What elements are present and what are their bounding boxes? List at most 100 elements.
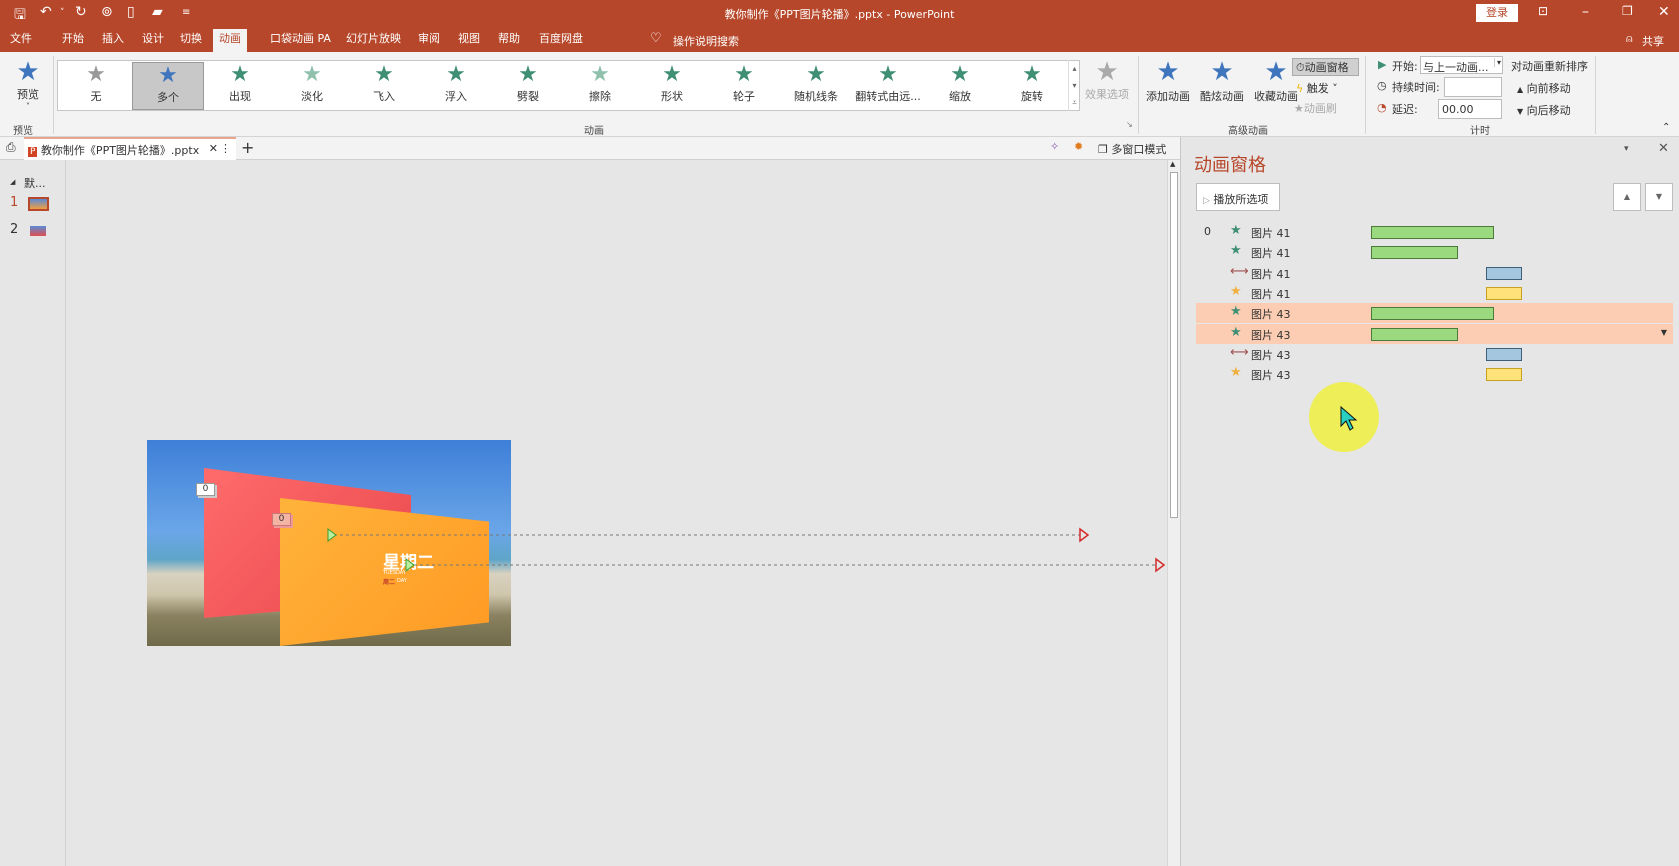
trigger-button[interactable]: ϟ 触发 ˅: [1296, 80, 1338, 96]
tab-2[interactable]: 插入: [96, 31, 130, 52]
delay-input[interactable]: 00.00: [1438, 99, 1502, 119]
tell-me-search[interactable]: 操作说明搜索: [673, 33, 739, 49]
minimize-icon[interactable]: –: [1582, 4, 1589, 20]
gallery-scrollbar[interactable]: ▴ ▾ ⩡: [1068, 60, 1080, 111]
animation-list-item[interactable]: ★ 图片 43: [1196, 303, 1673, 324]
play-selected-button[interactable]: ▷ 播放所选项: [1196, 183, 1280, 211]
animation-effect-9[interactable]: ★ 轮子: [708, 62, 780, 110]
animation-list-item[interactable]: ★ 图片 41: [1196, 242, 1673, 262]
magic-icon[interactable]: ✧: [1050, 140, 1059, 153]
ribbon-display-icon[interactable]: ⊡: [1538, 4, 1548, 18]
animation-effect-0[interactable]: ★ 无: [60, 62, 132, 110]
tab-10[interactable]: 帮助: [492, 31, 526, 52]
cool-animation-button[interactable]: ★ 酷炫动画: [1196, 56, 1248, 104]
pane-options-icon[interactable]: ▾: [1624, 144, 1629, 154]
effect-star-icon: ★: [86, 62, 106, 87]
preview-button[interactable]: ★ 预览 ˅: [8, 58, 48, 111]
effect-options-button[interactable]: ★ 效果选项: [1082, 58, 1132, 102]
close-icon[interactable]: ✕: [1658, 4, 1670, 20]
pane-close-icon[interactable]: ✕: [1658, 141, 1669, 156]
timeline-bar[interactable]: [1371, 307, 1494, 321]
tab-0[interactable]: 文件: [4, 31, 38, 52]
tab-list-icon[interactable]: ⎙: [6, 140, 16, 155]
tab-6[interactable]: 口袋动画 PA: [264, 31, 337, 52]
effect-star-icon: ★: [662, 62, 682, 87]
timeline-bar[interactable]: [1486, 368, 1522, 382]
slide-thumbnails: ◢ 默... 1 2: [0, 160, 66, 866]
section-label[interactable]: 默...: [24, 175, 46, 191]
move-later-button[interactable]: ▼ 向后移动: [1517, 102, 1571, 118]
animation-effect-7[interactable]: ★ 擦除: [564, 62, 636, 110]
share-icon[interactable]: ⍝: [1626, 32, 1633, 46]
path-start-icon[interactable]: [405, 558, 415, 572]
animation-effect-6[interactable]: ★ 劈裂: [492, 62, 564, 110]
slide-thumbnail-2[interactable]: [30, 226, 46, 236]
start-select[interactable]: 与上一动画... ▾: [1420, 56, 1503, 74]
animation-list-item[interactable]: ★ 图片 41: [1196, 283, 1673, 303]
slide-editing-canvas[interactable]: 星期二 TUESDAY 周二 DAY 0 0: [66, 160, 1180, 866]
tab-7[interactable]: 幻灯片放映: [340, 31, 407, 52]
section-collapse-icon[interactable]: ◢: [10, 178, 15, 186]
animation-target-name: 图片 41: [1251, 287, 1291, 301]
collapse-ribbon-icon[interactable]: ⌃: [1662, 122, 1670, 133]
timeline-bar[interactable]: [1371, 226, 1494, 239]
animation-effect-4[interactable]: ★ 飞入: [348, 62, 420, 110]
dialog-launcher-icon[interactable]: ↘: [1126, 120, 1133, 129]
duration-input[interactable]: [1444, 77, 1502, 97]
vertical-scrollbar[interactable]: ▲: [1167, 160, 1180, 866]
login-button[interactable]: 登录: [1476, 4, 1518, 22]
move-down-button[interactable]: ▼: [1645, 183, 1673, 211]
item-dropdown-icon[interactable]: ▼: [1661, 328, 1667, 337]
animation-effect-1[interactable]: ★ 多个: [132, 62, 204, 110]
slide-thumbnail-1[interactable]: [28, 197, 49, 211]
effect-label: 飞入: [373, 90, 395, 103]
tab-11[interactable]: 百度网盘: [533, 31, 589, 52]
animation-effect-11[interactable]: ★ 翻转式由远...: [852, 62, 924, 110]
animation-effect-2[interactable]: ★ 出现: [204, 62, 276, 110]
path-end-icon[interactable]: [1079, 527, 1090, 543]
animation-effect-10[interactable]: ★ 随机线条: [780, 62, 852, 110]
tab-menu-icon[interactable]: ⋮: [220, 142, 231, 155]
restore-icon[interactable]: ❐: [1622, 4, 1633, 18]
close-tab-icon[interactable]: ✕: [209, 142, 218, 155]
animation-target-name: 图片 41: [1251, 267, 1291, 281]
animation-pane-button[interactable]: ⏱动画窗格: [1292, 58, 1359, 76]
path-start-icon[interactable]: [327, 528, 337, 542]
animation-painter-button[interactable]: ★动画刷: [1294, 100, 1337, 116]
new-tab-icon[interactable]: +: [241, 138, 254, 157]
move-earlier-button[interactable]: ▲ 向前移动: [1517, 80, 1571, 96]
settings-icon[interactable]: ✹: [1074, 140, 1083, 153]
move-up-button[interactable]: ▲: [1613, 183, 1641, 211]
timeline-bar[interactable]: [1371, 327, 1458, 341]
scrollbar-thumb[interactable]: [1170, 172, 1178, 518]
tab-8[interactable]: 审阅: [412, 31, 446, 52]
timeline-bar[interactable]: [1486, 286, 1522, 300]
tab-4[interactable]: 切换: [174, 31, 208, 52]
animation-effect-8[interactable]: ★ 形状: [636, 62, 708, 110]
tab-1[interactable]: 开始: [56, 31, 90, 52]
multiwindow-button[interactable]: ❐ 多窗口模式: [1098, 141, 1166, 157]
timeline-bar[interactable]: [1486, 347, 1522, 361]
start-play-icon: ▶: [1378, 58, 1387, 71]
multiwindow-label: 多窗口模式: [1111, 143, 1167, 156]
animation-list-item[interactable]: ★ 图片 43: [1196, 364, 1673, 384]
document-tab[interactable]: P 教你制作《PPT图片轮播》.pptx ✕ ⋮: [24, 137, 236, 160]
share-button[interactable]: 共享: [1642, 33, 1664, 49]
animation-effect-3[interactable]: ★ 淡化: [276, 62, 348, 110]
animation-list-item[interactable]: ⟷ 图片 41: [1196, 263, 1673, 283]
timeline-bar[interactable]: [1486, 266, 1522, 280]
animation-list-item[interactable]: ★ 图片 43 ▼: [1196, 323, 1673, 344]
tab-3[interactable]: 设计: [136, 31, 170, 52]
tab-5[interactable]: 动画: [213, 29, 247, 52]
animation-list-item[interactable]: ⟷ 图片 43: [1196, 344, 1673, 364]
tab-9[interactable]: 视图: [452, 31, 486, 52]
animation-list-item[interactable]: 0 ★ 图片 41: [1196, 222, 1673, 242]
move-later-label: 向后移动: [1526, 104, 1571, 117]
animation-effect-12[interactable]: ★ 缩放: [924, 62, 996, 110]
timeline-bar[interactable]: [1371, 246, 1458, 260]
animation-effect-5[interactable]: ★ 浮入: [420, 62, 492, 110]
add-animation-button[interactable]: ★ 添加动画: [1142, 56, 1194, 104]
effect-star-icon: ★: [878, 62, 898, 87]
path-end-icon[interactable]: [1155, 557, 1166, 573]
animation-effect-13[interactable]: ★ 旋转: [996, 62, 1068, 110]
